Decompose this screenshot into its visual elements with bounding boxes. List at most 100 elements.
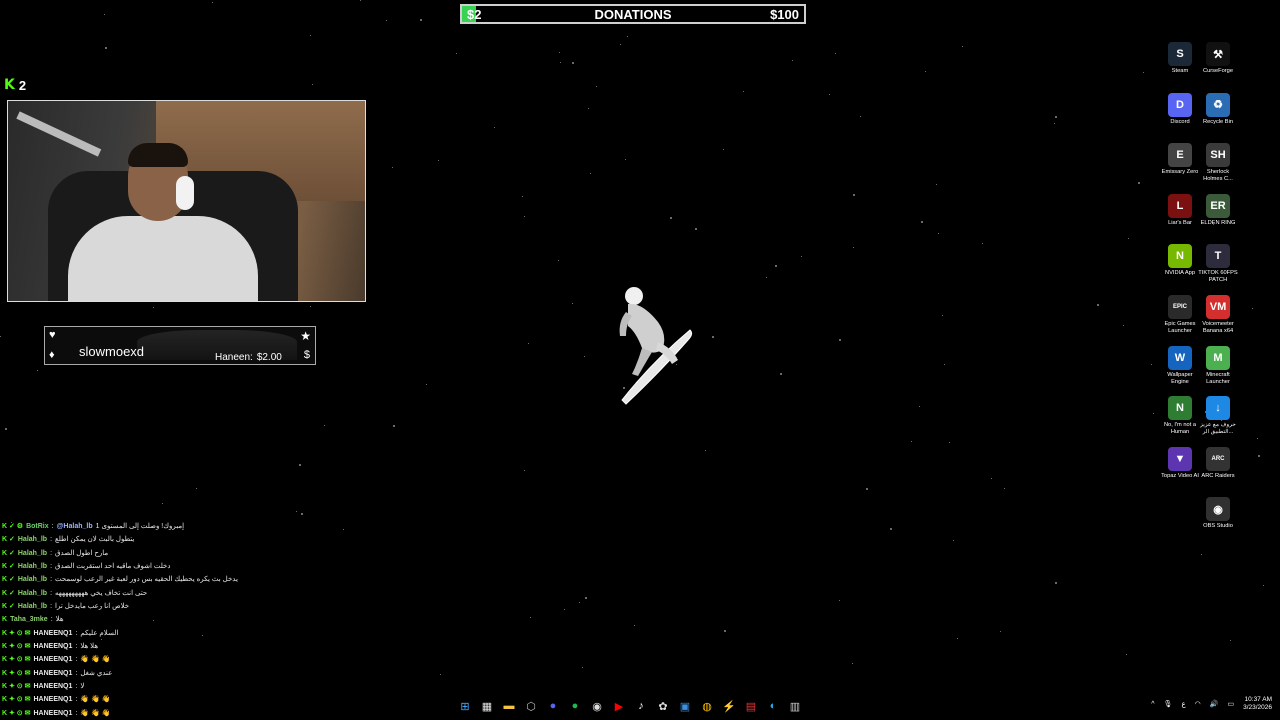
- star: [890, 528, 893, 531]
- star: [571, 62, 574, 65]
- start-icon[interactable]: ⊞: [457, 697, 473, 715]
- star: [456, 53, 458, 55]
- desktop-icon[interactable]: ARC ARC Raiders: [1197, 446, 1239, 480]
- app-icon: VM: [1206, 295, 1230, 319]
- app-icon[interactable]: ▣: [677, 697, 693, 715]
- discord-icon[interactable]: ●: [545, 697, 561, 715]
- desktop-icon[interactable]: ⚒ CurseForge: [1197, 42, 1239, 75]
- desktop-icon[interactable]: ♻ Recycle Bin: [1197, 92, 1239, 126]
- chat-separator: :: [75, 643, 78, 651]
- chat-message: K ✓ Halah_lb: دخلت اشوف ماقيه احد استقربت …: [2, 560, 302, 573]
- star: [999, 631, 1001, 633]
- chevron-up-icon[interactable]: ^: [1151, 701, 1154, 708]
- app-icon: T: [1206, 244, 1230, 269]
- language-indicator[interactable]: ع: [1181, 700, 1185, 708]
- app2-icon[interactable]: ⚡: [721, 697, 737, 715]
- chat-badges: K ✦ ⊙ ✉: [2, 629, 31, 637]
- desktop-icon[interactable]: ER ELDEN RING: [1197, 193, 1239, 227]
- volume-icon[interactable]: 🔊: [1210, 700, 1219, 708]
- microphone-icon[interactable]: 🎙: [1164, 700, 1173, 708]
- wifi-icon[interactable]: ◠: [1195, 700, 1201, 708]
- chat-username[interactable]: BotRix: [26, 520, 49, 533]
- star: [1054, 116, 1057, 119]
- star: [590, 173, 592, 175]
- star: [419, 18, 422, 21]
- desktop-icon[interactable]: N NVIDIA App: [1159, 244, 1201, 277]
- star: [343, 528, 345, 530]
- star: [1251, 307, 1253, 309]
- star: [386, 20, 388, 22]
- desktop-icon[interactable]: SH Sherlock Holmes C...: [1197, 143, 1239, 183]
- desktop-icon[interactable]: N No, I'm not a Human: [1159, 396, 1201, 436]
- desktop-icon[interactable]: D Discord: [1159, 92, 1201, 126]
- star: [941, 314, 943, 316]
- star: [300, 512, 303, 515]
- edge-icon[interactable]: ◐: [765, 697, 781, 715]
- desktop-icon[interactable]: VM Voicemeeter Banana x64: [1197, 295, 1239, 335]
- star: [1138, 182, 1141, 185]
- settings-icon[interactable]: ⬡: [523, 697, 539, 715]
- chat-overlay: K ✓ ⚙ BotRix: @Halah_lb 1 إمبروك! وصلت إلى …: [2, 520, 302, 720]
- chat-mention[interactable]: @Halah_lb: [57, 520, 93, 533]
- desktop-icon[interactable]: L Liar's Bar: [1159, 193, 1201, 227]
- tiktok-icon[interactable]: ♪: [633, 697, 649, 715]
- chat-username[interactable]: Taha_3mke: [10, 613, 48, 626]
- star: [920, 220, 923, 223]
- chat-username[interactable]: HANEENQ1: [34, 640, 73, 653]
- youtube-icon[interactable]: ▶: [611, 697, 627, 715]
- desktop-icon[interactable]: ▼ Topaz Video AI: [1159, 446, 1201, 480]
- chat-username[interactable]: HANEENQ1: [34, 667, 73, 680]
- chat-separator: :: [50, 576, 53, 584]
- chatgpt-icon[interactable]: ✿: [655, 697, 671, 715]
- webcam-feed: [7, 100, 366, 302]
- battery-icon[interactable]: ▭: [1227, 700, 1234, 708]
- obs-icon[interactable]: ◉: [589, 697, 605, 715]
- star: [360, 0, 362, 2]
- app3-icon[interactable]: ▤: [743, 697, 759, 715]
- desktop-icon[interactable]: ◉ OBS Studio: [1197, 497, 1239, 530]
- star: [563, 608, 565, 610]
- chat-username[interactable]: Halah_lb: [18, 560, 47, 573]
- desktop-icon-label: Minecraft Launcher: [1206, 371, 1230, 385]
- chat-text: 1 إمبروك! وصلت إلى المستوى: [95, 523, 185, 530]
- chat-text: هلا هلا: [80, 643, 99, 651]
- desktop-icon[interactable]: ↓ حروف مع عزيز التطبيق الر...: [1197, 396, 1239, 436]
- app-icon: L: [1168, 193, 1192, 218]
- chat-separator: :: [50, 536, 53, 544]
- star: [311, 84, 313, 86]
- chat-username[interactable]: HANEENQ1: [34, 653, 73, 666]
- file-explorer-icon[interactable]: ▬: [501, 697, 517, 715]
- star: [438, 159, 440, 161]
- chat-username[interactable]: Halah_lb: [18, 547, 47, 560]
- spotify-icon[interactable]: ●: [567, 697, 583, 715]
- chat-username[interactable]: Halah_lb: [18, 573, 47, 586]
- chat-separator: :: [50, 589, 53, 597]
- star: [105, 47, 108, 50]
- dollar-icon: $: [303, 349, 310, 361]
- star: [582, 667, 584, 669]
- chat-username[interactable]: HANEENQ1: [34, 627, 73, 640]
- desktop-icon[interactable]: T TIKTOK 60FPS PATCH: [1197, 244, 1239, 284]
- desktop-icon[interactable]: EPIC Epic Games Launcher: [1159, 295, 1201, 335]
- star: [572, 303, 574, 305]
- clock[interactable]: 10:37 AM 3/23/2026: [1243, 696, 1272, 712]
- desktop-icon[interactable]: W Wallpaper Engine: [1159, 345, 1201, 386]
- chat-message: K ✦ ⊙ ✉ HANEENQ1: لا: [2, 680, 302, 693]
- star-icon: ★: [300, 329, 311, 343]
- star: [1150, 364, 1152, 366]
- chat-username[interactable]: Halah_lb: [18, 587, 47, 600]
- desktop-icon[interactable]: S Steam: [1159, 42, 1201, 75]
- desktop-icon[interactable]: M Minecraft Launcher: [1197, 345, 1239, 386]
- desktop-icon[interactable]: E Emissary Zero: [1159, 143, 1201, 176]
- calendar-icon[interactable]: ▦: [479, 697, 495, 715]
- star: [587, 108, 589, 110]
- chat-username[interactable]: Halah_lb: [18, 600, 47, 613]
- app4-icon[interactable]: ▥: [787, 697, 803, 715]
- heart-icon: ♥: [49, 329, 56, 341]
- star: [792, 59, 794, 61]
- chrome-icon[interactable]: ◍: [699, 697, 715, 715]
- taskbar-apps: ⊞ ▦ ▬ ⬡ ● ● ◉ ▶ ♪ ✿ ▣ ◍ ⚡ ▤ ◐ ▥: [457, 697, 803, 715]
- chat-username[interactable]: HANEENQ1: [34, 680, 73, 693]
- chat-badges: K ✓: [2, 576, 15, 584]
- chat-username[interactable]: Halah_lb: [18, 533, 47, 546]
